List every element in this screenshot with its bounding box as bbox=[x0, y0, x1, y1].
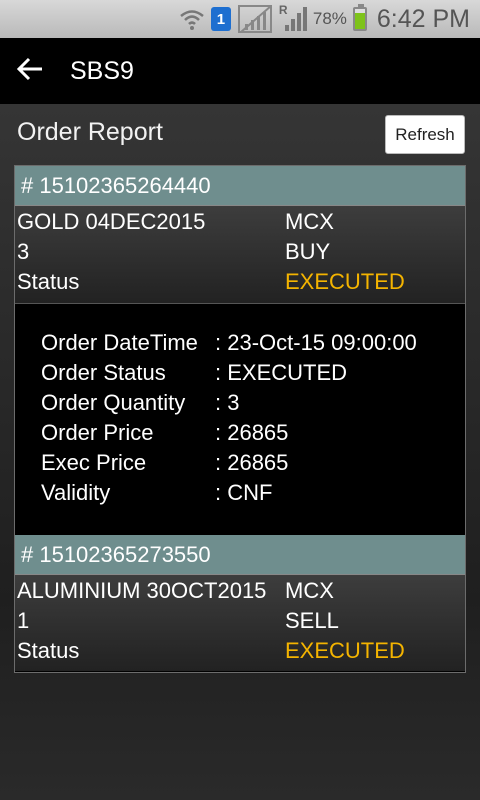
detail-value: : 23-Oct-15 09:00:00 bbox=[215, 330, 417, 355]
order-side: SELL bbox=[285, 608, 339, 633]
detail-label: Exec Price bbox=[41, 450, 147, 475]
detail-value: : 26865 bbox=[215, 450, 289, 475]
detail-row: Validity : CNF bbox=[15, 478, 465, 508]
no-sim-icon bbox=[237, 4, 273, 34]
refresh-button[interactable]: Refresh bbox=[385, 115, 465, 154]
order-status-label: Status bbox=[17, 269, 80, 294]
detail-row: Order DateTime : 23-Oct-15 09:00:00 bbox=[15, 328, 465, 358]
order-summary[interactable]: ALUMINIUM 30OCT2015 MCX 1 SELL Status EX… bbox=[15, 575, 465, 671]
order-status-label: Status bbox=[17, 638, 80, 663]
clock: 6:42 PM bbox=[376, 4, 470, 33]
detail-row: Order Quantity : 3 bbox=[15, 388, 465, 418]
order-details: Order DateTime : 23-Oct-15 09:00:00 Orde… bbox=[15, 304, 465, 535]
order-side: BUY bbox=[285, 239, 331, 264]
detail-label: Order Price bbox=[41, 420, 154, 445]
order-quantity: 1 bbox=[17, 608, 30, 633]
detail-label: Order DateTime bbox=[41, 330, 198, 355]
detail-row: Exec Price : 26865 bbox=[15, 448, 465, 478]
order-summary[interactable]: GOLD 04DEC2015 MCX 3 BUY Status EXECUTED bbox=[15, 206, 465, 304]
status-icons: 1 R 78% 6:42 PM bbox=[179, 0, 470, 38]
detail-value: : CNF bbox=[215, 480, 273, 505]
detail-label: Order Quantity bbox=[41, 390, 186, 415]
signal-icon: R bbox=[278, 3, 307, 33]
order-quantity-row: 3 BUY bbox=[17, 237, 465, 267]
order-quantity-row: 1 SELL bbox=[17, 606, 465, 636]
network-type-label: R bbox=[278, 3, 288, 17]
page-title: Order Report bbox=[17, 118, 163, 146]
detail-value: : 3 bbox=[215, 390, 240, 415]
order-header[interactable]: # 15102365264440 bbox=[15, 166, 465, 206]
status-bar: 1 R 78% 6:42 PM bbox=[0, 0, 480, 38]
back-button[interactable] bbox=[0, 38, 60, 104]
order-symbol: ALUMINIUM 30OCT2015 bbox=[17, 578, 267, 603]
order-exchange: MCX bbox=[285, 578, 334, 603]
order-status: EXECUTED bbox=[285, 269, 405, 294]
order-status: EXECUTED bbox=[285, 638, 405, 663]
detail-row: Order Status : EXECUTED bbox=[15, 358, 465, 388]
detail-row: Order Price : 26865 bbox=[15, 418, 465, 448]
detail-label: Validity bbox=[41, 480, 111, 505]
order-symbol-row: GOLD 04DEC2015 MCX bbox=[17, 207, 465, 237]
notification-icon: 1 bbox=[210, 7, 231, 31]
order-exchange: MCX bbox=[285, 209, 334, 234]
order-symbol: GOLD 04DEC2015 bbox=[17, 209, 206, 234]
app-title: SBS9 bbox=[70, 56, 134, 85]
detail-value: : 26865 bbox=[215, 420, 289, 445]
order-symbol-row: ALUMINIUM 30OCT2015 MCX bbox=[17, 576, 465, 606]
battery-percent: 78% bbox=[312, 9, 347, 28]
detail-value: : EXECUTED bbox=[215, 360, 348, 385]
order-status-row: Status EXECUTED bbox=[17, 267, 465, 297]
order-header[interactable]: # 15102365273550 bbox=[15, 535, 465, 575]
order-list: # 15102365264440 GOLD 04DEC2015 MCX 3 BU… bbox=[14, 165, 466, 673]
arrow-left-icon bbox=[16, 57, 44, 85]
order-quantity: 3 bbox=[17, 239, 30, 264]
detail-label: Order Status bbox=[41, 360, 166, 385]
app-bar: SBS9 bbox=[0, 38, 480, 104]
order-status-row: Status EXECUTED bbox=[17, 636, 465, 666]
wifi-icon bbox=[179, 7, 205, 31]
battery-icon bbox=[352, 4, 367, 31]
